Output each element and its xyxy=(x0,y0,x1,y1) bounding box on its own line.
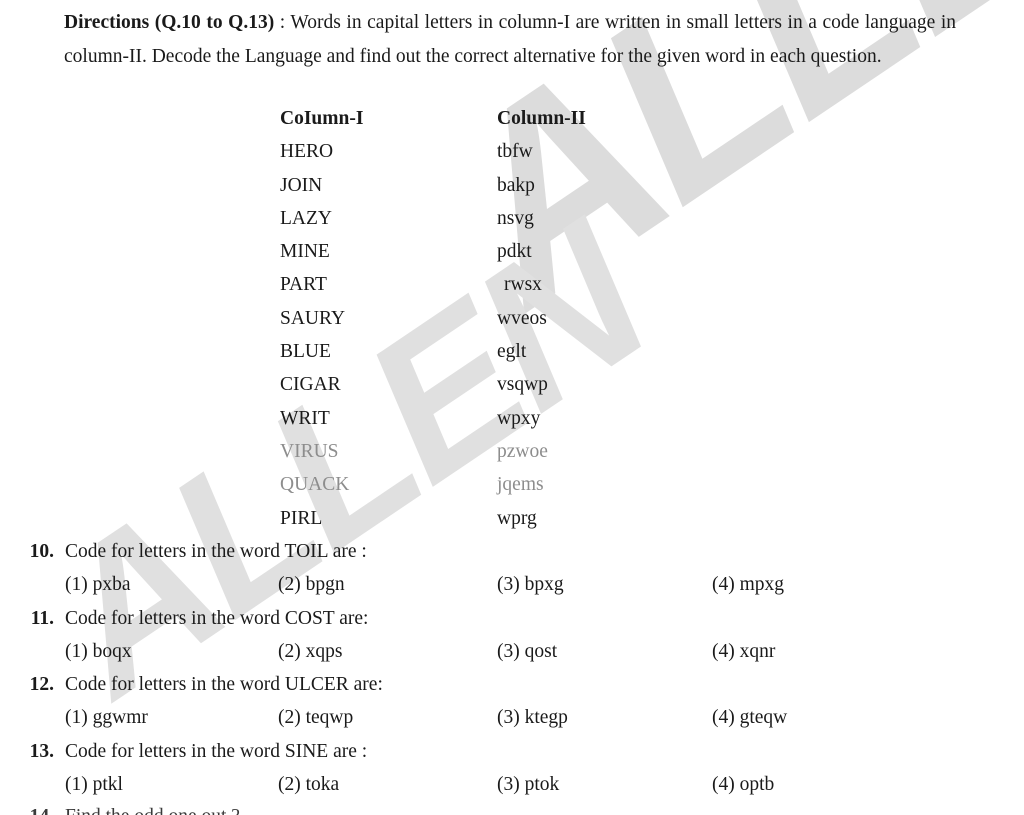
question-number: 12. xyxy=(29,674,54,696)
column-1-header: CoIumn-I xyxy=(280,108,364,129)
column-2-code: wprg xyxy=(497,507,537,529)
question-10: 10. Code for letters in the word TOIL ar… xyxy=(0,541,1024,608)
question-list: 10. Code for letters in the word TOIL ar… xyxy=(0,541,1024,807)
column-1-word: VIRUS xyxy=(280,440,339,462)
column-1-word: SAURY xyxy=(280,307,346,329)
option-1[interactable]: (1) ptkl xyxy=(65,774,123,796)
table-row: WRIT wpxy xyxy=(0,408,1024,441)
column-2-code: eglt xyxy=(497,341,527,363)
option-2[interactable]: (2) toka xyxy=(278,774,339,796)
table-row: HERO tbfw xyxy=(0,141,1024,174)
table-row: PART rwsx xyxy=(0,274,1024,307)
question-stem: Code for letters in the word ULCER are: xyxy=(65,674,383,696)
column-1-word: QUACK xyxy=(280,474,350,496)
option-row: (1) boqx (2) xqps (3) qost (4) xqnr xyxy=(0,641,1024,674)
column-1-word: HERO xyxy=(280,141,334,163)
option-4[interactable]: (4) xqnr xyxy=(712,641,775,663)
option-row: (1) ggwmr (2) teqwp (3) ktegp (4) gteqw xyxy=(0,707,1024,740)
column-2-code: bakp xyxy=(497,174,535,196)
column-2-code: rwsx xyxy=(504,274,542,296)
option-4[interactable]: (4) mpxg xyxy=(712,574,784,596)
column-2-code: vsqwp xyxy=(497,374,548,396)
question-number: 10. xyxy=(29,541,54,562)
directions-separator: : xyxy=(274,12,291,33)
question-stem: Code for letters in the word TOIL are : xyxy=(65,541,367,562)
question-12: 12. Code for letters in the word ULCER a… xyxy=(0,674,1024,741)
question-stem-row: 11. Code for letters in the word COST ar… xyxy=(0,608,1024,641)
question-stem: Find the odd one out ? xyxy=(65,806,240,815)
option-2[interactable]: (2) xqps xyxy=(278,641,342,663)
directions-paragraph: Directions (Q.10 to Q.13) : Words in cap… xyxy=(64,6,956,73)
column-1-word: JOIN xyxy=(280,174,323,196)
option-1[interactable]: (1) ggwmr xyxy=(65,707,148,729)
table-row: SAURY wveos xyxy=(0,308,1024,341)
column-2-code: pdkt xyxy=(497,241,532,263)
column-2-code: jqems xyxy=(497,474,544,496)
page-content: Directions (Q.10 to Q.13) : Words in cap… xyxy=(0,0,1024,815)
column-1-word: BLUE xyxy=(280,341,331,363)
question-number: 11. xyxy=(30,607,54,629)
question-14-clipped: 14. Find the odd one out ? xyxy=(0,806,1024,815)
question-number: 13. xyxy=(29,740,54,762)
option-row: (1) pxba (2) bpgn (3) bpxg (4) mpxg xyxy=(0,574,1024,607)
column-1-word: CIGAR xyxy=(280,374,341,396)
option-3[interactable]: (3) bpxg xyxy=(497,574,564,596)
table-row: CIGAR vsqwp xyxy=(0,374,1024,407)
column-2-code: nsvg xyxy=(497,207,534,229)
question-stem: Code for letters in the word SINE are : xyxy=(65,740,368,762)
question-stem: Code for letters in the word COST are: xyxy=(65,607,369,629)
option-1[interactable]: (1) boqx xyxy=(65,641,132,663)
code-table: CoIumn-I Column-II HERO tbfw JOIN bakp L… xyxy=(0,108,1024,541)
option-3[interactable]: (3) qost xyxy=(497,641,557,663)
directions-label: Directions (Q.10 to Q.13) xyxy=(64,12,275,33)
option-4[interactable]: (4) optb xyxy=(712,774,774,796)
table-row: JOIN bakp xyxy=(0,175,1024,208)
column-1-word: PART xyxy=(280,274,327,296)
table-row: LAZY nsvg xyxy=(0,208,1024,241)
column-2-code: pzwoe xyxy=(497,440,548,462)
column-2-header: Column-II xyxy=(497,108,586,129)
option-3[interactable]: (3) ptok xyxy=(497,774,559,796)
column-1-word: PIRL xyxy=(280,507,323,529)
question-stem-row: 10. Code for letters in the word TOIL ar… xyxy=(0,541,1024,574)
question-stem-row: 13. Code for letters in the word SINE ar… xyxy=(0,741,1024,774)
table-row: MINE pdkt xyxy=(0,241,1024,274)
code-table-header-row: CoIumn-I Column-II xyxy=(0,108,1024,141)
option-2[interactable]: (2) bpgn xyxy=(278,574,345,596)
table-row: BLUE eglt xyxy=(0,341,1024,374)
option-3[interactable]: (3) ktegp xyxy=(497,707,568,729)
column-2-code: tbfw xyxy=(497,141,533,163)
column-2-code: wveos xyxy=(497,307,547,329)
question-stem-row: 12. Code for letters in the word ULCER a… xyxy=(0,674,1024,707)
option-1[interactable]: (1) pxba xyxy=(65,574,131,596)
table-row: QUACK jqems xyxy=(0,474,1024,507)
question-number: 14. xyxy=(12,806,54,815)
question-13: 13. Code for letters in the word SINE ar… xyxy=(0,741,1024,808)
column-1-word: LAZY xyxy=(280,207,332,229)
option-row: (1) ptkl (2) toka (3) ptok (4) optb xyxy=(0,774,1024,807)
question-stem-row: 14. Find the odd one out ? xyxy=(0,806,1024,815)
document-page: ALLEN ALLEN Directions (Q.10 to Q.13) : … xyxy=(0,0,1024,815)
table-row: PIRL wprg xyxy=(0,508,1024,541)
option-4[interactable]: (4) gteqw xyxy=(712,707,787,729)
column-2-code: wpxy xyxy=(497,407,541,429)
column-1-word: WRIT xyxy=(280,407,330,429)
question-11: 11. Code for letters in the word COST ar… xyxy=(0,608,1024,675)
table-row: VIRUS pzwoe xyxy=(0,441,1024,474)
column-1-word: MINE xyxy=(280,241,330,263)
option-2[interactable]: (2) teqwp xyxy=(278,707,353,729)
